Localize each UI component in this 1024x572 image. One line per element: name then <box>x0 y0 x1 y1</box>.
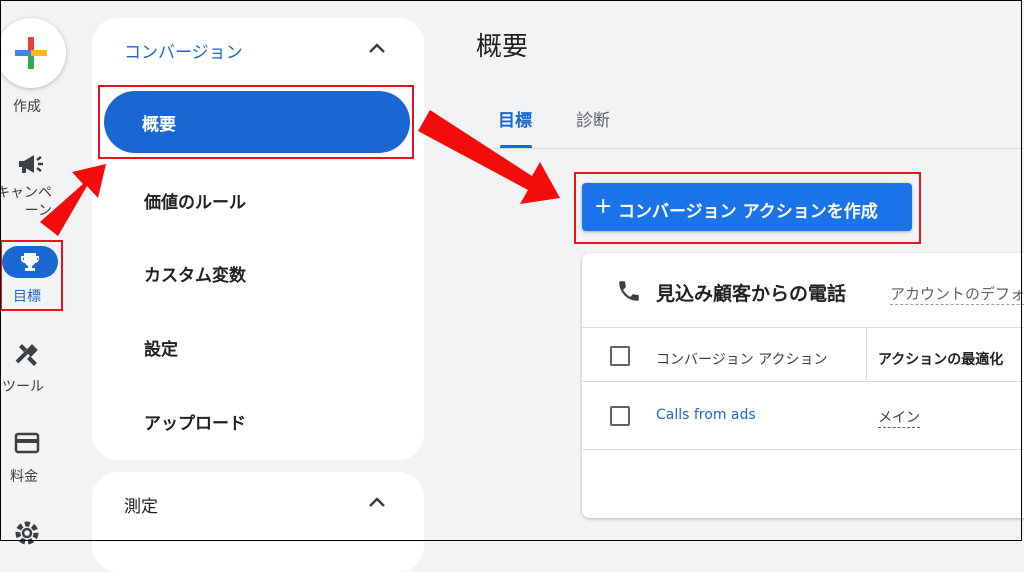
arrow-to-create-button <box>418 110 560 204</box>
conversion-section-header[interactable]: コンバージョン <box>124 38 243 63</box>
column-header-optimization[interactable]: アクションの最適化 <box>878 349 1003 369</box>
chevron-up-icon[interactable] <box>368 42 386 54</box>
card-subtitle[interactable]: アカウントのデフォルト <box>890 283 1024 305</box>
nav-item-upload[interactable]: アップロード <box>144 409 246 434</box>
nav-item-custom-variables[interactable]: カスタム変数 <box>144 261 246 286</box>
measurement-section-header[interactable]: 測定 <box>124 492 158 517</box>
page-title: 概要 <box>476 32 529 62</box>
column-divider <box>866 327 867 382</box>
gear-icon[interactable] <box>12 518 42 548</box>
row-divider <box>582 449 1024 450</box>
campaign-label: キャンペーン <box>0 185 52 219</box>
plus-icon <box>15 37 47 69</box>
highlight-create-button <box>574 172 921 244</box>
tabs-divider <box>470 148 1024 149</box>
header-divider-bottom <box>582 381 1024 382</box>
phone-leads-card: 見込み顧客からの電話 アカウントのデフォルト コンバージョン アクション アクシ… <box>582 253 1024 518</box>
header-divider-top <box>582 327 1024 328</box>
chevron-up-icon[interactable] <box>368 496 386 508</box>
create-button[interactable] <box>0 18 66 88</box>
optimization-value[interactable]: メイン <box>878 407 920 428</box>
nav-item-value-rules[interactable]: 価値のルール <box>144 188 246 213</box>
active-tab-indicator <box>500 145 532 148</box>
tab-diagnostics[interactable]: 診断 <box>576 106 610 131</box>
megaphone-icon[interactable] <box>16 152 44 176</box>
campaign-label-wrap: キャンペーン <box>0 184 62 220</box>
column-header-conversion-action[interactable]: コンバージョン アクション <box>656 349 827 369</box>
row-checkbox[interactable] <box>610 406 630 426</box>
measurement-nav-panel: 測定 <box>92 472 424 572</box>
credit-card-icon[interactable] <box>14 432 40 454</box>
tab-goals[interactable]: 目標 <box>498 106 532 131</box>
tools-icon[interactable] <box>14 340 42 368</box>
tools-label: ツール <box>2 379 44 395</box>
create-label: 作成 <box>13 99 41 115</box>
conversion-action-link[interactable]: Calls from ads <box>656 407 756 423</box>
highlight-overview <box>98 85 414 159</box>
select-all-checkbox[interactable] <box>610 346 630 366</box>
nav-item-settings[interactable]: 設定 <box>144 335 178 360</box>
billing-label: 料金 <box>10 469 38 485</box>
phone-icon <box>619 281 639 301</box>
card-title: 見込み顧客からの電話 <box>656 283 847 305</box>
highlight-goals <box>0 240 63 311</box>
